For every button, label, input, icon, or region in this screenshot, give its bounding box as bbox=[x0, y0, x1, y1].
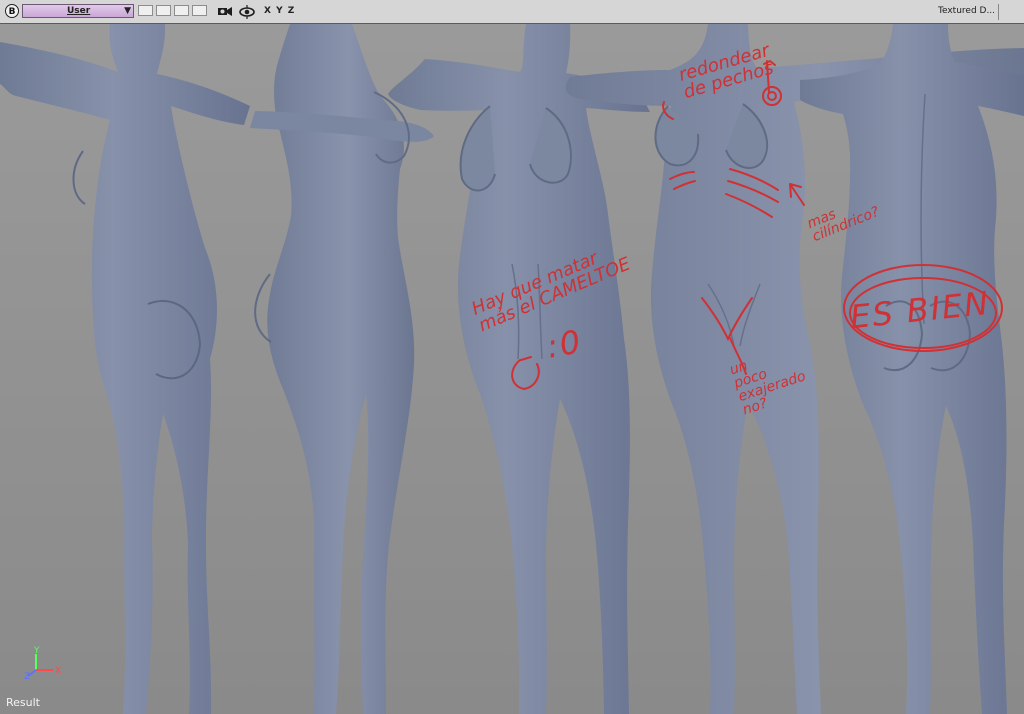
layer-toggle-4[interactable] bbox=[192, 5, 207, 16]
model-view-back-left bbox=[0, 24, 250, 714]
model-canvas bbox=[0, 24, 1024, 714]
3d-viewport[interactable]: redondear de pechos mas cilíndrico? Hay … bbox=[0, 24, 1024, 714]
chevron-down-icon: ▼ bbox=[124, 6, 131, 16]
eye-icon[interactable] bbox=[238, 3, 256, 21]
view-select[interactable]: User ▼ bbox=[22, 4, 134, 18]
axis-label-y: Y bbox=[33, 646, 40, 656]
layer-toggle-2[interactable] bbox=[156, 5, 171, 16]
display-mode-label[interactable]: Textured D... bbox=[938, 6, 995, 16]
model-view-side bbox=[250, 24, 434, 714]
viewport-toolbar: B User ▼ X Y Z Textured D... bbox=[0, 0, 1024, 24]
layer-toggle-1[interactable] bbox=[138, 5, 153, 16]
axis-label-z: Z bbox=[24, 672, 30, 682]
viewport-b-button[interactable]: B bbox=[5, 4, 19, 18]
axis-label: X Y Z bbox=[264, 6, 296, 16]
camera-icon[interactable] bbox=[216, 3, 234, 21]
axis-label-x: X bbox=[55, 666, 61, 676]
model-view-back bbox=[800, 24, 1024, 714]
modeler-window: B User ▼ X Y Z Textured D... redondear d… bbox=[0, 0, 1024, 714]
toolbar-end-control[interactable] bbox=[998, 4, 1024, 20]
axis-gizmo: Y X Z bbox=[24, 646, 61, 682]
annotation-surprised-face: :0 bbox=[543, 322, 586, 366]
view-select-value: User bbox=[67, 6, 91, 16]
result-label: Result bbox=[6, 696, 40, 709]
model-view-front bbox=[388, 24, 650, 714]
layer-toggle-3[interactable] bbox=[174, 5, 189, 16]
